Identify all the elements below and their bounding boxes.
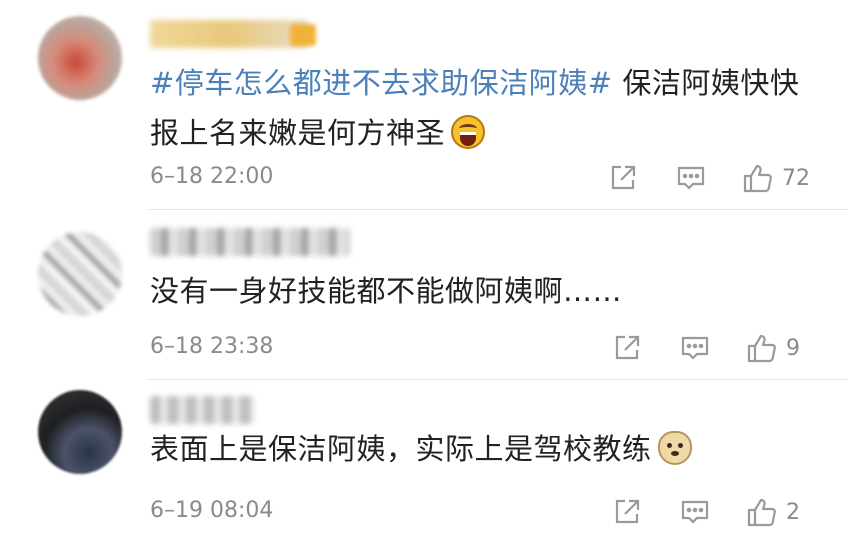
share-icon <box>615 499 640 524</box>
comment-item: 没有一身好技能都不能做阿姨啊…… 6–18 23:38 9 <box>0 210 848 380</box>
doge-emoji-icon <box>657 431 692 465</box>
share-icon <box>615 335 640 360</box>
comment-meta: 6–18 23:38 9 <box>150 330 810 366</box>
like-icon <box>743 164 772 193</box>
comment-item: 表面上是保洁阿姨，实际上是驾校教练 6–19 08:04 2 <box>0 380 848 543</box>
timestamp: 6–18 23:38 <box>150 334 274 359</box>
member-badge-icon <box>290 24 316 46</box>
comment-meta: 6–19 08:04 2 <box>150 494 810 530</box>
timestamp: 6–19 08:04 <box>150 498 274 523</box>
like-icon <box>747 498 776 527</box>
share-button[interactable] <box>608 160 638 196</box>
comment-text: 表面上是保洁阿姨，实际上是驾校教练 <box>150 424 818 474</box>
reply-button[interactable] <box>680 494 710 530</box>
share-button[interactable] <box>612 494 642 530</box>
topic-link[interactable]: #停车怎么都进不去求助保洁阿姨# <box>150 66 613 100</box>
comment-icon <box>681 336 709 360</box>
like-count: 2 <box>786 499 800 525</box>
like-button[interactable]: 2 <box>746 494 810 530</box>
username-blurred[interactable] <box>150 396 254 424</box>
comment-body: 表面上是保洁阿姨，实际上是驾校教练 <box>150 432 652 466</box>
avatar[interactable] <box>38 232 122 316</box>
like-count: 9 <box>786 335 800 361</box>
comment-body: 没有一身好技能都不能做阿姨啊…… <box>150 274 623 308</box>
username-blurred[interactable] <box>150 228 350 256</box>
avatar[interactable] <box>38 16 122 100</box>
like-icon <box>747 334 776 363</box>
timestamp: 6–18 22:00 <box>150 164 274 189</box>
share-button[interactable] <box>612 330 642 366</box>
like-button[interactable]: 9 <box>746 330 810 366</box>
reply-button[interactable] <box>676 160 706 196</box>
share-icon <box>611 165 636 190</box>
username-blurred[interactable] <box>150 20 308 48</box>
comment-actions: 72 <box>608 160 810 196</box>
comment-actions: 9 <box>612 330 810 366</box>
comment-item: #停车怎么都进不去求助保洁阿姨# 保洁阿姨快快报上名来嫩是何方神圣 6–18 2… <box>0 0 848 210</box>
avatar[interactable] <box>38 390 122 474</box>
comment-icon <box>681 500 709 524</box>
like-button[interactable]: 72 <box>742 160 810 196</box>
reply-button[interactable] <box>680 330 710 366</box>
comment-icon <box>677 166 705 190</box>
comment-meta: 6–18 22:00 72 <box>150 160 810 196</box>
comment-actions: 2 <box>612 494 810 530</box>
laughing-emoji-icon <box>451 115 486 149</box>
comment-text: 没有一身好技能都不能做阿姨啊…… <box>150 266 818 316</box>
like-count: 72 <box>782 165 810 191</box>
comment-text: #停车怎么都进不去求助保洁阿姨# 保洁阿姨快快报上名来嫩是何方神圣 <box>150 58 818 158</box>
